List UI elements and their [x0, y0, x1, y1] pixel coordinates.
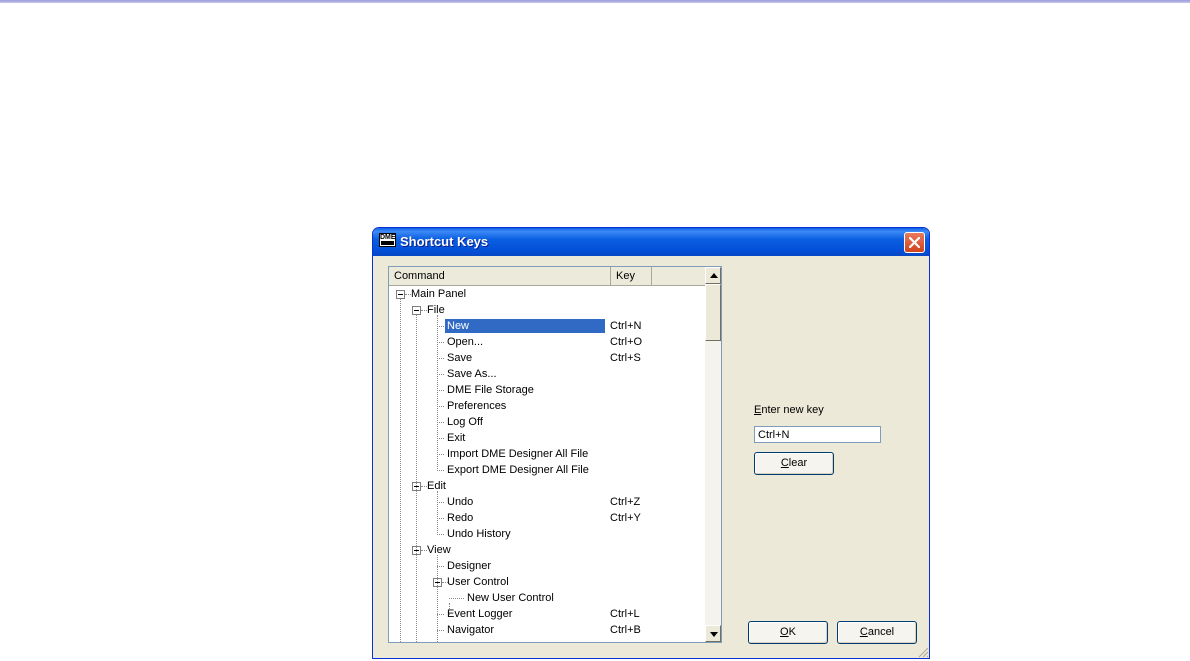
tree-connector — [437, 374, 444, 375]
shortcut-key-value: Ctrl+Y — [610, 512, 641, 524]
tree-item-label: Main Panel — [411, 288, 467, 300]
tree-connector — [442, 582, 448, 583]
tree-connector — [437, 342, 444, 343]
tree-item-label: User Control — [447, 576, 509, 588]
tree-item-label: DME File Storage — [447, 384, 534, 396]
tree-body: Main Panel File New Ctrl+N Open... Ctrl+O Save… — [389, 286, 705, 642]
tree-guide-line — [449, 603, 450, 615]
tree-item-label: Event Logger — [447, 608, 513, 620]
tree-item-label: Exit — [447, 432, 466, 444]
app-icon-text: DME — [380, 234, 396, 241]
tree-connector — [421, 310, 427, 311]
shortcut-key-value: Ctrl+O — [610, 336, 643, 348]
tree-connector — [437, 630, 444, 631]
close-icon — [909, 237, 920, 248]
tree-item-label: Navigator — [447, 624, 495, 636]
tree-connector — [437, 438, 444, 439]
new-key-input[interactable] — [754, 426, 881, 443]
tree-guide-line — [437, 555, 438, 642]
tree-item-label: Preferences — [447, 400, 507, 412]
column-header-filler — [652, 267, 705, 285]
command-list[interactable]: Command Key Main Panel File New Ctrl+N Open.… — [388, 266, 722, 643]
column-header-key[interactable]: Key — [611, 267, 652, 285]
clear-mnemonic: C — [780, 457, 789, 469]
tree-connector — [437, 326, 444, 327]
enter-new-key-label: Enter new key — [754, 404, 824, 416]
scroll-up-button[interactable] — [705, 267, 721, 284]
dialog-client-area: Command Key Main Panel File New Ctrl+N Open.… — [376, 256, 926, 655]
tree-connector — [437, 502, 444, 503]
tree-guide-line — [437, 491, 438, 535]
tree-guide-line — [400, 299, 401, 642]
tree-connector — [405, 294, 411, 295]
cancel-mnemonic: C — [859, 626, 868, 638]
tree-item-label: New — [445, 319, 605, 333]
shortcut-key-value: Ctrl+L — [610, 608, 640, 620]
enter-label-text: nter new key — [761, 404, 824, 416]
clear-label: lear — [788, 457, 808, 469]
tree-item-label: Open... — [447, 336, 484, 348]
tree-guide-line — [416, 315, 417, 642]
ok-button[interactable]: OK — [748, 621, 828, 644]
tree-item-label: Save As... — [447, 368, 497, 380]
tree-item-label: Save — [447, 352, 473, 364]
close-button[interactable] — [904, 232, 925, 253]
shortcut-key-value: Ctrl+Z — [610, 496, 641, 508]
tree-connector — [437, 406, 444, 407]
tree-connector — [437, 534, 444, 535]
tree-item-label: File — [427, 304, 445, 316]
shortcut-key-value: Ctrl+B — [610, 624, 641, 636]
tree-connector — [437, 566, 444, 567]
tree-item-label: View — [427, 544, 451, 556]
tree-connector — [437, 454, 444, 455]
clear-button[interactable]: Clear — [754, 452, 834, 475]
cancel-label: ancel — [867, 626, 895, 638]
tree-connector — [449, 598, 464, 599]
tree-item-label: New User Control — [467, 592, 554, 604]
ok-mnemonic: O — [780, 626, 789, 638]
ok-label: K — [788, 626, 796, 638]
page-top-rule — [0, 0, 1190, 3]
title-bar[interactable]: DME Shortcut Keys — [373, 228, 929, 256]
vertical-scrollbar[interactable] — [705, 267, 721, 642]
tree-item-label: Redo — [447, 512, 474, 524]
tree-row[interactable]: Main Panel — [389, 286, 705, 302]
tree-connector — [437, 390, 444, 391]
column-header-command[interactable]: Command — [389, 267, 611, 285]
shortcut-key-value: Ctrl+N — [610, 320, 642, 332]
tree-item-label: Undo — [447, 496, 474, 508]
collapse-icon[interactable] — [412, 306, 421, 315]
tree-connector — [437, 518, 444, 519]
scroll-down-button[interactable] — [705, 625, 721, 642]
cancel-button[interactable]: Cancel — [837, 621, 917, 644]
shortcut-keys-dialog: DME Shortcut Keys Command Key Main Panel… — [372, 227, 930, 659]
shortcut-key-value: Ctrl+S — [610, 352, 641, 364]
scroll-thumb[interactable] — [705, 284, 721, 341]
tree-connector — [421, 550, 427, 551]
tree-item-label: Designer — [447, 560, 492, 572]
tree-item-label: Undo History — [447, 528, 511, 540]
tree-connector — [437, 470, 444, 471]
tree-connector — [437, 614, 444, 615]
tree-item-label: Log Off — [447, 416, 483, 428]
arrow-down-icon — [710, 632, 718, 637]
tree-item-label: Export DME Designer All File — [447, 464, 589, 476]
arrow-up-icon — [710, 273, 718, 278]
tree-item-label: Import DME Designer All File — [447, 448, 589, 460]
dme-app-icon: DME — [379, 233, 396, 247]
tree-connector — [421, 486, 427, 487]
tree-connector — [437, 422, 444, 423]
resize-grip-icon[interactable] — [917, 646, 929, 658]
collapse-icon[interactable] — [396, 290, 405, 299]
dialog-title: Shortcut Keys — [400, 234, 489, 249]
tree-guide-line — [437, 315, 438, 471]
list-header: Command Key — [389, 267, 705, 286]
tree-connector — [437, 358, 444, 359]
